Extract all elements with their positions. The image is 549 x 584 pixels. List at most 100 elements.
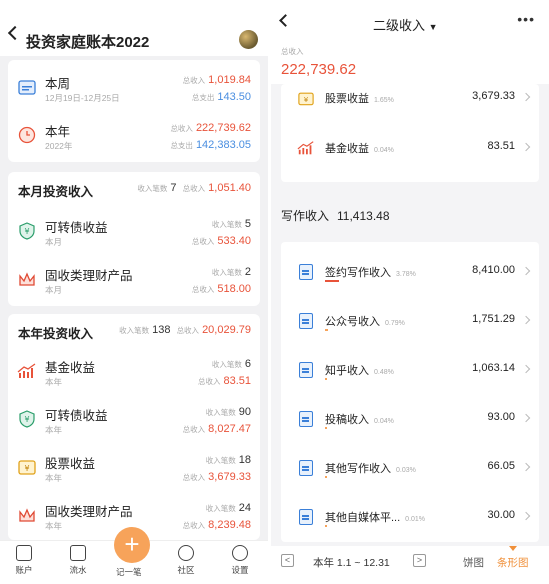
total-value: 533.40 (217, 235, 251, 247)
prev-period-button[interactable]: < (281, 554, 294, 567)
writing-items-card: 签约写作收入 3.78% 8,410.00 公众号收入 0.79% 1,751.29 知乎收… (281, 242, 539, 542)
nav-settings[interactable]: 设置 (220, 545, 260, 576)
item-percent: 0.48% (374, 369, 394, 376)
item-value: 66.05 (487, 460, 515, 472)
item-name: 公众号收入 (325, 316, 380, 328)
list-item[interactable]: ¥ 可转债收益 本月 收入笔数 5 总收入 533.40 (8, 212, 260, 258)
item-value: 3,679.33 (472, 90, 515, 102)
item-title: 可转债收益 (45, 221, 108, 235)
more-icon[interactable]: ••• (517, 11, 535, 27)
count-value: 24 (238, 502, 251, 514)
item-percent: 0.04% (374, 418, 394, 425)
calendar-icon (16, 76, 38, 98)
section-title: 写作收入 (281, 209, 330, 223)
nav-flow[interactable]: 流水 (58, 545, 98, 576)
document-icon (297, 263, 315, 281)
dropdown-label: 二级收入 (373, 18, 426, 33)
list-item[interactable]: 基金收益 0.04% 83.51 (281, 126, 539, 172)
item-value: 83.51 (487, 140, 515, 152)
summary-week[interactable]: 本周 12月19日-12月25日 总收入 1,019.84 总支出 143.50 (8, 68, 260, 114)
chevron-right-icon (521, 142, 531, 152)
total-value: 1,051.40 (208, 182, 251, 194)
list-item[interactable]: 公众号收入 0.79% 1,751.29 (281, 299, 539, 345)
item-sub: 本年 (45, 473, 63, 483)
count-value: 2 (244, 266, 251, 278)
total-label: 总收入 (182, 473, 206, 482)
item-sub: 本年 (45, 521, 63, 531)
category-level-dropdown[interactable]: 二级收入 ▼ (373, 15, 438, 34)
add-record-button[interactable]: + (114, 527, 150, 563)
chevron-right-icon (521, 511, 531, 521)
item-name: 投稿收入 (325, 414, 369, 426)
total-value: 8,239.48 (208, 519, 251, 531)
count-value: 6 (244, 358, 251, 370)
list-item[interactable]: 签约写作收入 3.78% 8,410.00 (281, 250, 539, 296)
list-item[interactable]: 知乎收入 0.48% 1,063.14 (281, 348, 539, 394)
expense-label: 总支出 (191, 93, 215, 102)
item-name: 知乎收入 (325, 365, 369, 377)
item-name: 其他自媒体平... (325, 512, 401, 524)
list-item[interactable]: ¥ 可转债收益 本年 收入笔数 90 总收入 8,027.47 (8, 400, 260, 446)
list-item[interactable]: ¥ 股票收益 1.65% 3,679.33 (281, 76, 539, 122)
share-bar (325, 476, 327, 478)
list-item[interactable]: 其他自媒体平... 0.01% 30.00 (281, 495, 539, 541)
back-icon[interactable] (7, 25, 23, 41)
pie-chart-tab[interactable]: 饼图 (463, 555, 484, 570)
add-record-label: 记一笔 (116, 567, 142, 577)
item-percent: 1.65% (374, 97, 394, 104)
expense-value: 142,383.05 (195, 139, 251, 151)
income-value: 1,019.84 (208, 74, 251, 86)
total-label: 总收入 (182, 184, 206, 193)
list-item[interactable]: 其他写作收入 0.03% 66.05 (281, 446, 539, 492)
total-label: 总收入 (182, 425, 206, 434)
list-item[interactable]: ¥ 股票收益 本年 收入笔数 18 总收入 3,679.33 (8, 448, 260, 494)
summary-year[interactable]: 本年 2022年 总收入 222,739.62 总支出 142,383.05 (8, 116, 260, 162)
summary-card: 本周 12月19日-12月25日 总收入 1,019.84 总支出 143.50 本… (8, 60, 260, 162)
list-item[interactable]: 固收类理财产品 本月 收入笔数 2 总收入 518.00 (8, 260, 260, 306)
item-sub: 本月 (45, 237, 63, 247)
bond-icon: ¥ (16, 408, 38, 430)
left-panel: 投资家庭账本2022 本周 12月19日-12月25日 总收入 1,019.84 … (0, 0, 268, 584)
list-item[interactable]: 基金收益 本年 收入笔数 6 总收入 83.51 (8, 352, 260, 398)
total-value: 518.00 (217, 283, 251, 295)
count-label: 收入笔数 (205, 504, 236, 513)
income-label: 总收入 (170, 124, 193, 133)
count-label: 收入笔数 (205, 408, 236, 417)
active-tab-indicator (509, 546, 517, 551)
item-percent: 0.04% (374, 147, 394, 154)
total-value: 8,027.47 (208, 423, 251, 435)
count-label: 收入笔数 (119, 326, 150, 335)
income-label: 总收入 (182, 76, 206, 85)
chevron-right-icon (521, 462, 531, 472)
fixed-income-icon (16, 268, 38, 290)
back-icon[interactable] (279, 14, 292, 27)
chevron-right-icon (521, 92, 531, 102)
trend-chart-icon (297, 139, 315, 157)
nav-label: 账户 (15, 565, 33, 575)
nav-label: 设置 (231, 565, 249, 575)
avatar[interactable] (239, 30, 258, 49)
summary-sub: 12月19日-12月25日 (45, 93, 120, 103)
share-bar (325, 378, 327, 380)
nav-account[interactable]: 账户 (4, 545, 44, 576)
total-label: 总收入 (182, 521, 206, 530)
count-value: 5 (244, 218, 251, 230)
item-title: 固收类理财产品 (45, 269, 133, 283)
list-item[interactable]: 投稿收入 0.04% 93.00 (281, 397, 539, 443)
total-value: 20,029.79 (202, 324, 251, 336)
bar-chart-tab[interactable]: 条形图 (497, 555, 529, 570)
writing-section-header: 写作收入 11,413.48 (281, 207, 390, 224)
nav-community[interactable]: 社区 (166, 545, 206, 576)
expense-value: 143.50 (217, 91, 251, 103)
community-icon (178, 545, 194, 561)
nav-label: 流水 (69, 565, 87, 575)
chart-footer: < 本年 1.1 ~ 12.31 > 饼图 条形图 (271, 546, 549, 584)
count-label: 收入笔数 (211, 220, 242, 229)
next-period-button[interactable]: > (413, 554, 426, 567)
header: 二级收入 ▼ ••• (271, 0, 549, 40)
fixed-income-icon (16, 504, 38, 526)
nav-label: 社区 (177, 565, 195, 575)
document-icon (297, 410, 315, 428)
expense-label: 总支出 (170, 141, 193, 150)
item-percent: 0.79% (385, 320, 405, 327)
